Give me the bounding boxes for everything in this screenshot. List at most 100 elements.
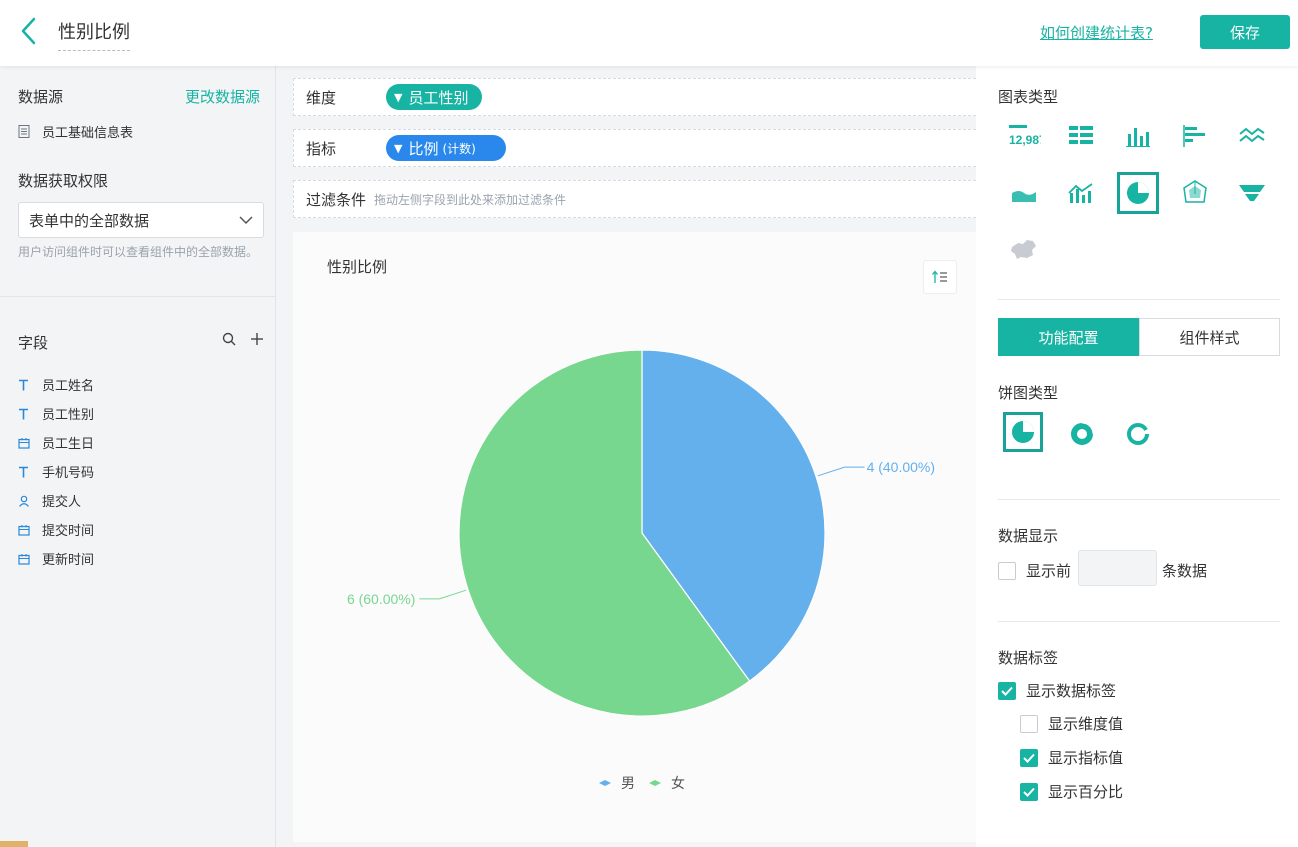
legend-label: 女 [671, 775, 685, 791]
field-item[interactable]: 员工姓名 [18, 370, 94, 399]
legend-label: 男 [621, 775, 635, 791]
legend-item[interactable]: 女 [649, 775, 685, 791]
help-link[interactable]: 如何创建统计表? [1040, 22, 1153, 43]
data-source-label: 数据源 [18, 88, 64, 106]
show-data-labels-label: 显示数据标签 [1026, 682, 1117, 700]
number-card-icon[interactable]: 12,987 [1004, 116, 1044, 156]
field-item[interactable]: 更新时间 [18, 544, 94, 573]
document-icon [18, 125, 30, 138]
field-item[interactable]: 员工性别 [18, 399, 94, 428]
field-item-label: 员工姓名 [42, 379, 95, 394]
field-item-label: 提交时间 [42, 524, 95, 539]
field-item[interactable]: 手机号码 [18, 457, 94, 486]
chevron-down-icon: ▼ [394, 90, 403, 104]
tab-function-config[interactable]: 功能配置 [998, 318, 1139, 356]
search-icon[interactable] [222, 332, 236, 346]
field-actions [222, 332, 264, 346]
show-metric-value-checkbox[interactable]: 显示指标值 [1020, 747, 1123, 768]
show-dimension-value-checkbox[interactable]: 显示维度值 [1020, 713, 1123, 734]
horizontal-bar-icon[interactable] [1175, 116, 1215, 156]
pie-chart-icon[interactable] [1117, 172, 1159, 214]
permission-label: 数据获取权限 [18, 172, 109, 190]
field-item[interactable]: 员工生日 [18, 428, 94, 457]
show-percentage-checkbox[interactable]: 显示百分比 [1020, 781, 1123, 802]
metric-row[interactable]: 指标 ▼ 比例 (计数) [293, 129, 976, 167]
label-leader-line [419, 589, 467, 600]
field-item-label: 员工性别 [42, 408, 95, 423]
combo-chart-icon[interactable] [1061, 173, 1101, 213]
check-icon[interactable] [1020, 782, 1038, 801]
dimension-label: 维度 [306, 88, 337, 107]
checkbox-box[interactable] [998, 561, 1016, 580]
filter-label: 过滤条件 [306, 190, 367, 209]
funnel-chart-icon[interactable] [1232, 173, 1272, 213]
metric-label: 指标 [306, 139, 337, 158]
config-tabs: 功能配置 组件样式 [998, 318, 1280, 356]
left-panel: 数据源 更改数据源 员工基础信息表 数据获取权限 表单中的全部数据 用户访问组件… [0, 66, 276, 847]
pie-type-full-icon[interactable] [1003, 412, 1043, 452]
permission-hint: 用户访问组件时可以查看组件中的全部数据。 [18, 245, 259, 259]
pie-type-ring-icon[interactable] [1118, 414, 1158, 454]
chevron-down-icon: ▼ [394, 141, 403, 155]
show-top-checkbox[interactable]: 显示前 [998, 560, 1071, 581]
add-icon[interactable] [250, 332, 264, 346]
text-T-icon [18, 379, 42, 391]
data-label: 6 (60.00%) [347, 591, 415, 607]
table-icon[interactable] [1061, 116, 1101, 156]
radar-chart-icon[interactable] [1175, 173, 1215, 213]
divider [0, 296, 276, 297]
dimension-row[interactable]: 维度 ▼ 员工性别 [293, 78, 976, 116]
top-bar: 性别比例 如何创建统计表? 保存 [0, 0, 1298, 66]
permission-value: 表单中的全部数据 [29, 211, 150, 230]
check-icon[interactable] [998, 681, 1016, 700]
text-T-icon [18, 466, 42, 478]
filter-placeholder: 拖动左侧字段到此处来添加过滤条件 [374, 192, 567, 207]
data-labels-title: 数据标签 [998, 649, 1059, 667]
show-metric-value-label: 显示指标值 [1048, 749, 1124, 767]
svg-text:12,987: 12,987 [1009, 133, 1041, 147]
data-display-label: 数据显示 [998, 527, 1059, 545]
dimension-pill[interactable]: ▼ 员工性别 [386, 84, 483, 110]
show-top-label: 显示前 [1026, 562, 1072, 580]
top-count-input[interactable] [1078, 550, 1157, 586]
metric-value: 比例 [408, 139, 439, 158]
area-chart-icon[interactable] [1004, 173, 1044, 213]
change-source-link[interactable]: 更改数据源 [185, 86, 260, 107]
back-arrow-icon[interactable] [16, 16, 40, 46]
show-data-labels-checkbox[interactable]: 显示数据标签 [998, 680, 1116, 701]
metric-pill[interactable]: ▼ 比例 (计数) [386, 135, 506, 161]
legend-marker [649, 780, 661, 786]
line-chart-icon[interactable] [1232, 116, 1272, 156]
permission-select[interactable]: 表单中的全部数据 [18, 202, 264, 238]
field-list: 员工姓名员工性别员工生日手机号码提交人提交时间更新时间 [18, 370, 94, 573]
show-percentage-label: 显示百分比 [1048, 783, 1124, 801]
tab-component-style[interactable]: 组件样式 [1139, 318, 1280, 356]
checkbox-box[interactable] [1020, 714, 1038, 733]
source-table-item[interactable]: 员工基础信息表 [18, 122, 133, 141]
field-item-label: 提交人 [42, 495, 82, 510]
legend-item[interactable]: 男 [599, 775, 635, 791]
right-panel: 图表类型 12,987 功能配置 组件样式 饼图类型 [976, 66, 1298, 847]
check-icon[interactable] [1020, 748, 1038, 767]
map-icon[interactable] [1004, 230, 1044, 270]
pie-type-label: 饼图类型 [998, 384, 1059, 402]
filter-row[interactable]: 过滤条件 拖动左侧字段到此处来添加过滤条件 [293, 180, 976, 218]
label-leader-line [817, 466, 865, 477]
field-item-label: 更新时间 [42, 553, 95, 568]
divider [998, 299, 1280, 300]
field-item[interactable]: 提交时间 [18, 515, 94, 544]
chevron-down-icon [239, 216, 253, 225]
page-title[interactable]: 性别比例 [58, 18, 130, 51]
center-panel: 维度 ▼ 员工性别 指标 ▼ 比例 (计数) 过滤条件 拖动左侧字段到此处来添加… [276, 66, 976, 847]
bar-chart-icon[interactable] [1118, 116, 1158, 156]
divider [998, 621, 1280, 622]
show-top-suffix-text: 条数据 [1162, 562, 1208, 580]
field-item[interactable]: 提交人 [18, 486, 94, 515]
calendar-icon [18, 524, 42, 536]
divider [998, 499, 1280, 500]
show-dimension-value-label: 显示维度值 [1048, 715, 1124, 733]
pie-type-donut-icon[interactable] [1062, 414, 1102, 454]
legend-marker [599, 780, 611, 786]
field-item-label: 手机号码 [42, 466, 95, 481]
save-button[interactable]: 保存 [1200, 15, 1290, 49]
